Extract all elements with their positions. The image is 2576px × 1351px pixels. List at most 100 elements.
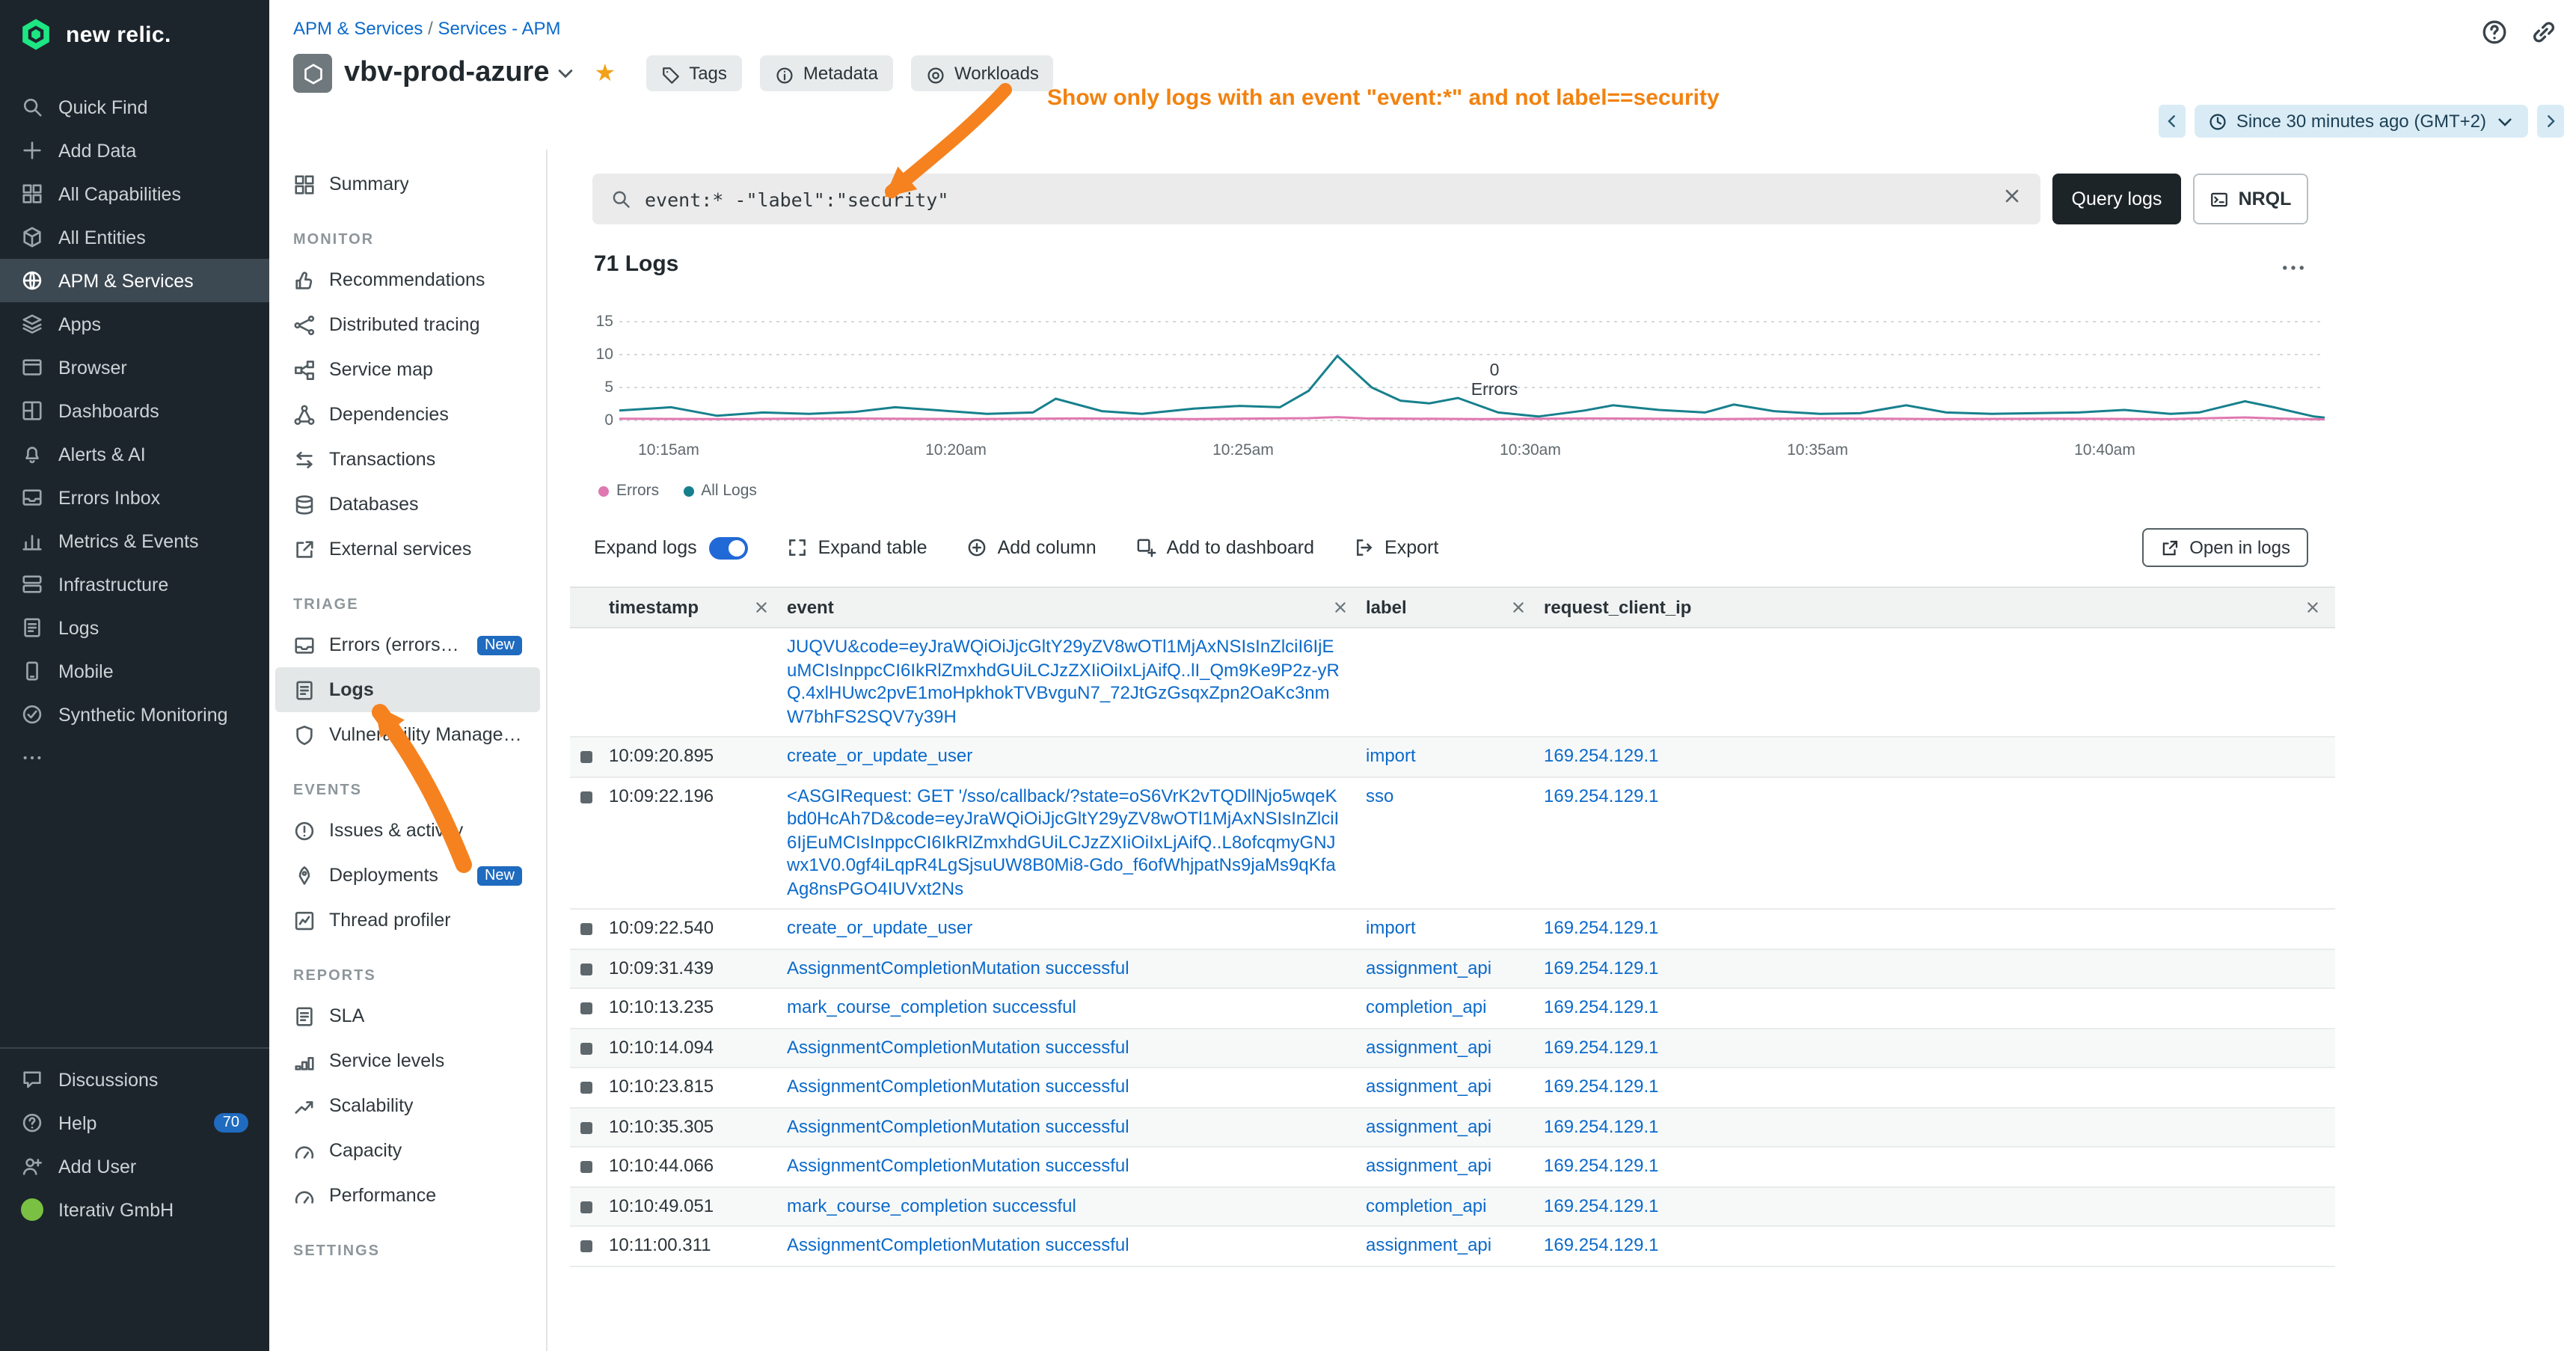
cell-request-client-ip[interactable]: 169.254.129.1 — [1541, 989, 2335, 1027]
cell-event[interactable]: mark_course_completion successful — [784, 1187, 1363, 1225]
column-header-request-client-ip[interactable]: request_client_ip — [1541, 588, 2335, 627]
subnav-item-external-services[interactable]: External services — [275, 527, 540, 572]
row-expand-handle[interactable] — [570, 1148, 606, 1186]
sidebar-item-quick-find[interactable]: Quick Find — [0, 85, 269, 129]
log-search-input[interactable] — [645, 188, 1988, 210]
table-row[interactable]: 10:09:20.895create_or_update_userimport1… — [570, 738, 2335, 777]
cell-label[interactable]: assignment_api — [1363, 1227, 1541, 1265]
cell-request-client-ip[interactable]: 169.254.129.1 — [1541, 1029, 2335, 1067]
workloads-button[interactable]: Workloads — [911, 55, 1054, 91]
subnav-item-transactions[interactable]: Transactions — [275, 437, 540, 482]
cell-event[interactable]: JUQVU&code=eyJraWQiOiJjcGltY29yZV8wOTl1M… — [784, 628, 1363, 736]
remove-column-icon[interactable] — [1511, 600, 1526, 615]
remove-column-icon[interactable] — [2305, 600, 2320, 615]
sidebar-item-dashboards[interactable]: Dashboards — [0, 389, 269, 432]
chart-more-icon[interactable] — [2280, 254, 2307, 281]
row-expand-handle[interactable] — [570, 910, 606, 948]
sidebar-footer-item-help[interactable]: Help70 — [0, 1101, 269, 1145]
sidebar-item-apps[interactable]: Apps — [0, 302, 269, 346]
subnav-item-service-map[interactable]: Service map — [275, 347, 540, 392]
permalink-icon[interactable] — [2530, 18, 2558, 46]
sidebar-item-infrastructure[interactable]: Infrastructure — [0, 563, 269, 606]
tags-button[interactable]: Tags — [645, 55, 742, 91]
sidebar-item-apm-services[interactable]: APM & Services — [0, 259, 269, 302]
column-header-timestamp[interactable]: timestamp — [606, 588, 784, 627]
row-expand-handle[interactable] — [570, 738, 606, 776]
cell-request-client-ip[interactable]: 169.254.129.1 — [1541, 1068, 2335, 1106]
expand-table-button[interactable]: Expand table — [787, 537, 927, 558]
cell-request-client-ip[interactable]: 169.254.129.1 — [1541, 1108, 2335, 1146]
sidebar-item-errors-inbox[interactable]: Errors Inbox — [0, 476, 269, 519]
expand-logs-toggle[interactable] — [709, 536, 748, 559]
table-row[interactable]: 10:09:22.540create_or_update_userimport1… — [570, 910, 2335, 949]
favorite-star-icon[interactable]: ★ — [595, 58, 616, 88]
sidebar-item-synthetic-monitoring[interactable]: Synthetic Monitoring — [0, 693, 269, 736]
cell-request-client-ip[interactable]: 169.254.129.1 — [1541, 1187, 2335, 1225]
cell-label[interactable]: completion_api — [1363, 989, 1541, 1027]
cell-request-client-ip[interactable]: 169.254.129.1 — [1541, 1148, 2335, 1186]
legend-errors[interactable]: Errors — [598, 482, 659, 500]
query-logs-button[interactable]: Query logs — [2052, 174, 2181, 224]
table-row[interactable]: 10:10:35.305AssignmentCompletionMutation… — [570, 1108, 2335, 1148]
legend-all-logs[interactable]: All Logs — [683, 482, 757, 500]
cell-label[interactable]: sso — [1363, 777, 1541, 908]
table-row[interactable]: 10:10:23.815AssignmentCompletionMutation… — [570, 1068, 2335, 1108]
sidebar-item-mobile[interactable]: Mobile — [0, 649, 269, 693]
subnav-item-deployments[interactable]: DeploymentsNew — [275, 853, 540, 898]
subnav-item-databases[interactable]: Databases — [275, 482, 540, 527]
cell-label[interactable]: import — [1363, 910, 1541, 948]
row-expand-handle[interactable] — [570, 777, 606, 908]
cell-request-client-ip[interactable] — [1541, 628, 2335, 736]
cell-label[interactable]: assignment_api — [1363, 1148, 1541, 1186]
table-row[interactable]: 10:11:00.311AssignmentCompletionMutation… — [570, 1227, 2335, 1266]
entity-chevron-down-icon[interactable] — [556, 63, 577, 84]
row-expand-handle[interactable] — [570, 1227, 606, 1265]
newrelic-logo[interactable]: new relic. — [0, 0, 269, 69]
sidebar-item-dots[interactable] — [0, 736, 269, 779]
open-in-logs-button[interactable]: Open in logs — [2141, 528, 2308, 567]
cell-event[interactable]: AssignmentCompletionMutation successful — [784, 1108, 1363, 1146]
sidebar-item-metrics-events[interactable]: Metrics & Events — [0, 519, 269, 563]
cell-event[interactable]: AssignmentCompletionMutation successful — [784, 1227, 1363, 1265]
column-header-event[interactable]: event — [784, 588, 1363, 627]
cell-label[interactable] — [1363, 628, 1541, 736]
cell-event[interactable]: AssignmentCompletionMutation successful — [784, 1029, 1363, 1067]
export-button[interactable]: Export — [1353, 537, 1438, 558]
sidebar-item-all-capabilities[interactable]: All Capabilities — [0, 172, 269, 215]
subnav-item-recommendations[interactable]: Recommendations — [275, 257, 540, 302]
subnav-item-thread-profiler[interactable]: Thread profiler — [275, 898, 540, 943]
add-column-button[interactable]: Add column — [966, 537, 1097, 558]
sidebar-footer-item-discussions[interactable]: Discussions — [0, 1058, 269, 1101]
cell-label[interactable]: assignment_api — [1363, 1108, 1541, 1146]
subnav-item-service-levels[interactable]: Service levels — [275, 1038, 540, 1083]
subnav-item-scalability[interactable]: Scalability — [275, 1083, 540, 1128]
cell-event[interactable]: AssignmentCompletionMutation successful — [784, 949, 1363, 987]
remove-column-icon[interactable] — [1333, 600, 1348, 615]
row-expand-handle[interactable] — [570, 989, 606, 1027]
subnav-item-issues-activity[interactable]: Issues & activity — [275, 808, 540, 853]
cell-request-client-ip[interactable]: 169.254.129.1 — [1541, 738, 2335, 776]
subnav-item-dependencies[interactable]: Dependencies — [275, 392, 540, 437]
subnav-item-performance[interactable]: Performance — [275, 1173, 540, 1218]
row-expand-handle[interactable] — [570, 1068, 606, 1106]
table-row[interactable]: JUQVU&code=eyJraWQiOiJjcGltY29yZV8wOTl1M… — [570, 628, 2335, 738]
subnav-item-errors-errors-inb[interactable]: Errors (errors inb...New — [275, 622, 540, 667]
row-expand-handle[interactable] — [570, 1029, 606, 1067]
row-expand-handle[interactable] — [570, 1108, 606, 1146]
sidebar-item-alerts-ai[interactable]: Alerts & AI — [0, 432, 269, 476]
cell-event[interactable]: AssignmentCompletionMutation successful — [784, 1068, 1363, 1106]
time-back-button[interactable] — [2159, 105, 2186, 138]
table-row[interactable]: 10:10:14.094AssignmentCompletionMutation… — [570, 1029, 2335, 1068]
cell-event[interactable]: <ASGIRequest: GET '/sso/callback/?state=… — [784, 777, 1363, 908]
row-expand-handle[interactable] — [570, 1187, 606, 1225]
cell-label[interactable]: completion_api — [1363, 1187, 1541, 1225]
metadata-button[interactable]: Metadata — [760, 55, 893, 91]
cell-request-client-ip[interactable]: 169.254.129.1 — [1541, 949, 2335, 987]
subnav-item-vulnerability-management[interactable]: Vulnerability Management — [275, 712, 540, 757]
add-to-dashboard-button[interactable]: Add to dashboard — [1135, 537, 1314, 558]
sidebar-footer-item-add-user[interactable]: Add User — [0, 1145, 269, 1188]
time-picker[interactable]: Since 30 minutes ago (GMT+2) — [2195, 105, 2528, 138]
cell-request-client-ip[interactable]: 169.254.129.1 — [1541, 1227, 2335, 1265]
cell-request-client-ip[interactable]: 169.254.129.1 — [1541, 910, 2335, 948]
sidebar-item-logs[interactable]: Logs — [0, 606, 269, 649]
